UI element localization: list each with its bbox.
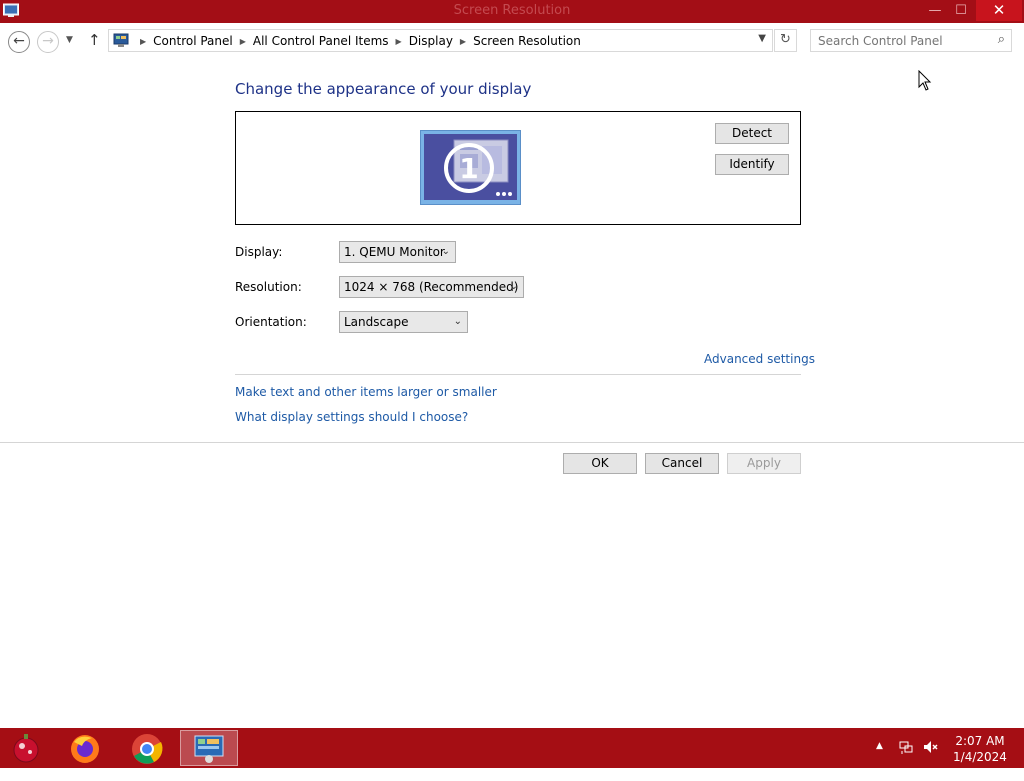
chevron-right-icon[interactable]: ▶ — [240, 37, 246, 46]
monitor-arrangement-panel: 1 Detect Identify — [235, 111, 801, 225]
apply-button[interactable]: Apply — [727, 453, 801, 474]
breadcrumb-display[interactable]: Display — [409, 34, 453, 48]
breadcrumb-control-panel[interactable]: Control Panel — [153, 34, 233, 48]
mouse-cursor-icon — [918, 70, 932, 91]
resolution-value: 1024 × 768 (Recommended) — [344, 280, 519, 294]
text-size-link[interactable]: Make text and other items larger or smal… — [235, 385, 497, 399]
chevron-right-icon[interactable]: ▶ — [460, 37, 466, 46]
address-bar[interactable]: ▶ Control Panel ▶ All Control Panel Items ▶ D… — [108, 29, 773, 52]
display-help-link[interactable]: What display settings should I choose? — [235, 410, 468, 424]
navigation-bar: ← → ▼ ↑ ▶ Control Panel ▶ All Control Panel… — [0, 23, 1024, 59]
orientation-select[interactable]: Landscape ⌄ — [339, 311, 468, 333]
search-icon[interactable]: ⌕ — [998, 32, 1005, 47]
up-button[interactable]: ↑ — [88, 31, 101, 49]
chevron-right-icon[interactable]: ▶ — [140, 37, 146, 46]
minimize-button[interactable]: — — [922, 0, 948, 21]
volume-muted-icon[interactable] — [922, 739, 938, 755]
ok-button[interactable]: OK — [563, 453, 637, 474]
close-button[interactable]: ✕ — [976, 0, 1022, 21]
start-button[interactable] — [2, 730, 52, 766]
search-input[interactable] — [818, 34, 988, 48]
maximize-button[interactable]: ☐ — [948, 0, 974, 21]
forward-arrow-icon: → — [42, 33, 54, 49]
firefox-icon — [71, 735, 99, 763]
chevron-down-icon: ⌄ — [453, 316, 462, 327]
control-panel-icon — [113, 33, 129, 47]
orientation-label: Orientation: — [235, 315, 307, 329]
display-select[interactable]: 1. QEMU Monitor ⌄ — [339, 241, 456, 263]
chrome-button[interactable] — [122, 730, 172, 766]
refresh-button[interactable]: ↻ — [774, 29, 797, 52]
up-arrow-icon: ↑ — [88, 31, 101, 49]
forward-button[interactable]: → — [37, 31, 59, 53]
network-icon[interactable] — [898, 739, 914, 755]
breadcrumb-all-items[interactable]: All Control Panel Items — [253, 34, 389, 48]
recent-locations-button[interactable]: ▼ — [66, 35, 73, 45]
identify-button[interactable]: Identify — [715, 154, 789, 175]
chevron-right-icon[interactable]: ▶ — [396, 37, 402, 46]
monitor-number: 1 — [459, 152, 478, 185]
breadcrumb-screen-resolution[interactable]: Screen Resolution — [473, 34, 581, 48]
refresh-icon: ↻ — [780, 32, 791, 47]
search-box[interactable]: ⌕ — [810, 29, 1012, 52]
chevron-down-icon: ⌄ — [441, 246, 450, 257]
taskbar: ▲ 2:07 AM 1/4/2024 — [0, 728, 1024, 768]
display-value: 1. QEMU Monitor — [344, 245, 445, 259]
control-panel-icon — [194, 735, 224, 763]
advanced-settings-link[interactable]: Advanced settings — [704, 352, 815, 366]
cancel-button[interactable]: Cancel — [645, 453, 719, 474]
window-title: Screen Resolution — [453, 3, 571, 18]
control-panel-taskbar-button[interactable] — [180, 730, 238, 766]
clock-time: 2:07 AM — [955, 734, 1005, 748]
resolution-label: Resolution: — [235, 280, 302, 294]
system-clock[interactable]: 2:07 AM 1/4/2024 — [948, 733, 1012, 765]
monitor-1-icon[interactable]: 1 — [420, 130, 521, 205]
firefox-button[interactable] — [60, 730, 110, 766]
page-title: Change the appearance of your display — [235, 80, 532, 98]
divider — [0, 442, 1024, 443]
title-bar: Screen Resolution — ☐ ✕ — [0, 0, 1024, 23]
chrome-icon — [132, 734, 163, 764]
orientation-value: Landscape — [344, 315, 409, 329]
divider — [235, 374, 801, 375]
back-arrow-icon: ← — [13, 33, 25, 49]
clock-date: 1/4/2024 — [953, 750, 1007, 764]
back-button[interactable]: ← — [8, 31, 30, 53]
breadcrumb: ▶ Control Panel ▶ All Control Panel Items ▶ D… — [133, 34, 581, 48]
address-dropdown-icon[interactable]: ▼ — [758, 33, 766, 44]
start-icon — [13, 734, 39, 763]
resolution-select[interactable]: 1024 × 768 (Recommended) ⌄ — [339, 276, 524, 298]
chevron-down-icon: ▼ — [66, 35, 73, 45]
show-hidden-icons-button[interactable]: ▲ — [876, 741, 883, 781]
detect-button[interactable]: Detect — [715, 123, 789, 144]
display-label: Display: — [235, 245, 283, 259]
chevron-down-icon: ⌄ — [509, 281, 518, 292]
